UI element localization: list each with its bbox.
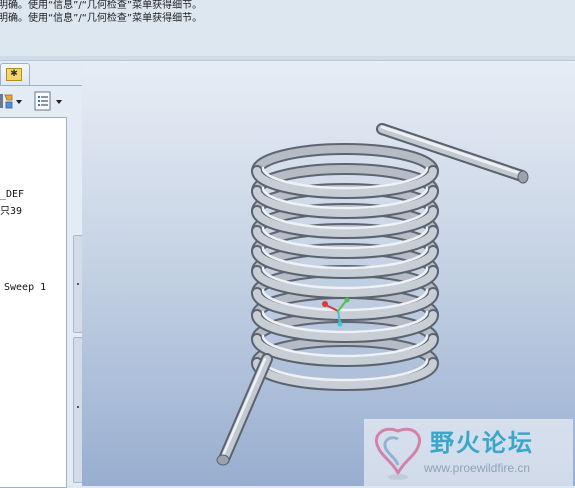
watermark-title: 野火论坛 xyxy=(430,429,534,457)
tree-item[interactable]: 只39 xyxy=(0,202,22,217)
wire-end-cap xyxy=(216,454,230,466)
tree-item-sweep[interactable]: Sweep 1 xyxy=(4,282,46,293)
show-menu-icon xyxy=(0,94,13,109)
model-tree: _DEF 只39 Sweep 1 xyxy=(0,117,67,488)
folder-star-icon: ✱ xyxy=(6,68,22,81)
message-line: 明确。使用“信息”/“几何检查”菜单获得细节。 xyxy=(0,0,203,11)
tree-item[interactable]: _DEF xyxy=(0,189,24,200)
model-tree-toolbar xyxy=(0,88,82,114)
tab-model-tree[interactable]: ✱ xyxy=(0,63,30,86)
grip-dot xyxy=(77,283,79,285)
grip-dot xyxy=(77,406,79,408)
message-area: 明确。使用“信息”/“几何检查”菜单获得细节。 明确。使用“信息”/“几何检查”… xyxy=(0,0,575,56)
wire-end-cap xyxy=(517,170,529,184)
chevron-down-icon xyxy=(56,100,62,104)
lead-wire-bottom xyxy=(220,355,271,463)
show-menu-button[interactable] xyxy=(0,91,22,111)
watermark-url: www.proewildfire.cn xyxy=(424,461,531,475)
settings-menu-icon xyxy=(34,91,51,111)
panel-sash[interactable] xyxy=(73,117,83,486)
message-line: 明确。使用“信息”/“几何检查”菜单获得细节。 xyxy=(0,13,203,24)
lead-wire-bottom xyxy=(220,357,267,460)
watermark: 野火论坛 www.proewildfire.cn xyxy=(364,419,573,486)
helix-coils xyxy=(216,123,529,466)
settings-menu-button[interactable] xyxy=(32,91,66,111)
navigator-panel: ✱ _DEF 只39 Sweep 1 xyxy=(0,61,83,488)
chevron-down-icon xyxy=(16,100,22,104)
tab-divider xyxy=(0,85,82,86)
watermark-logo-icon xyxy=(375,427,421,480)
